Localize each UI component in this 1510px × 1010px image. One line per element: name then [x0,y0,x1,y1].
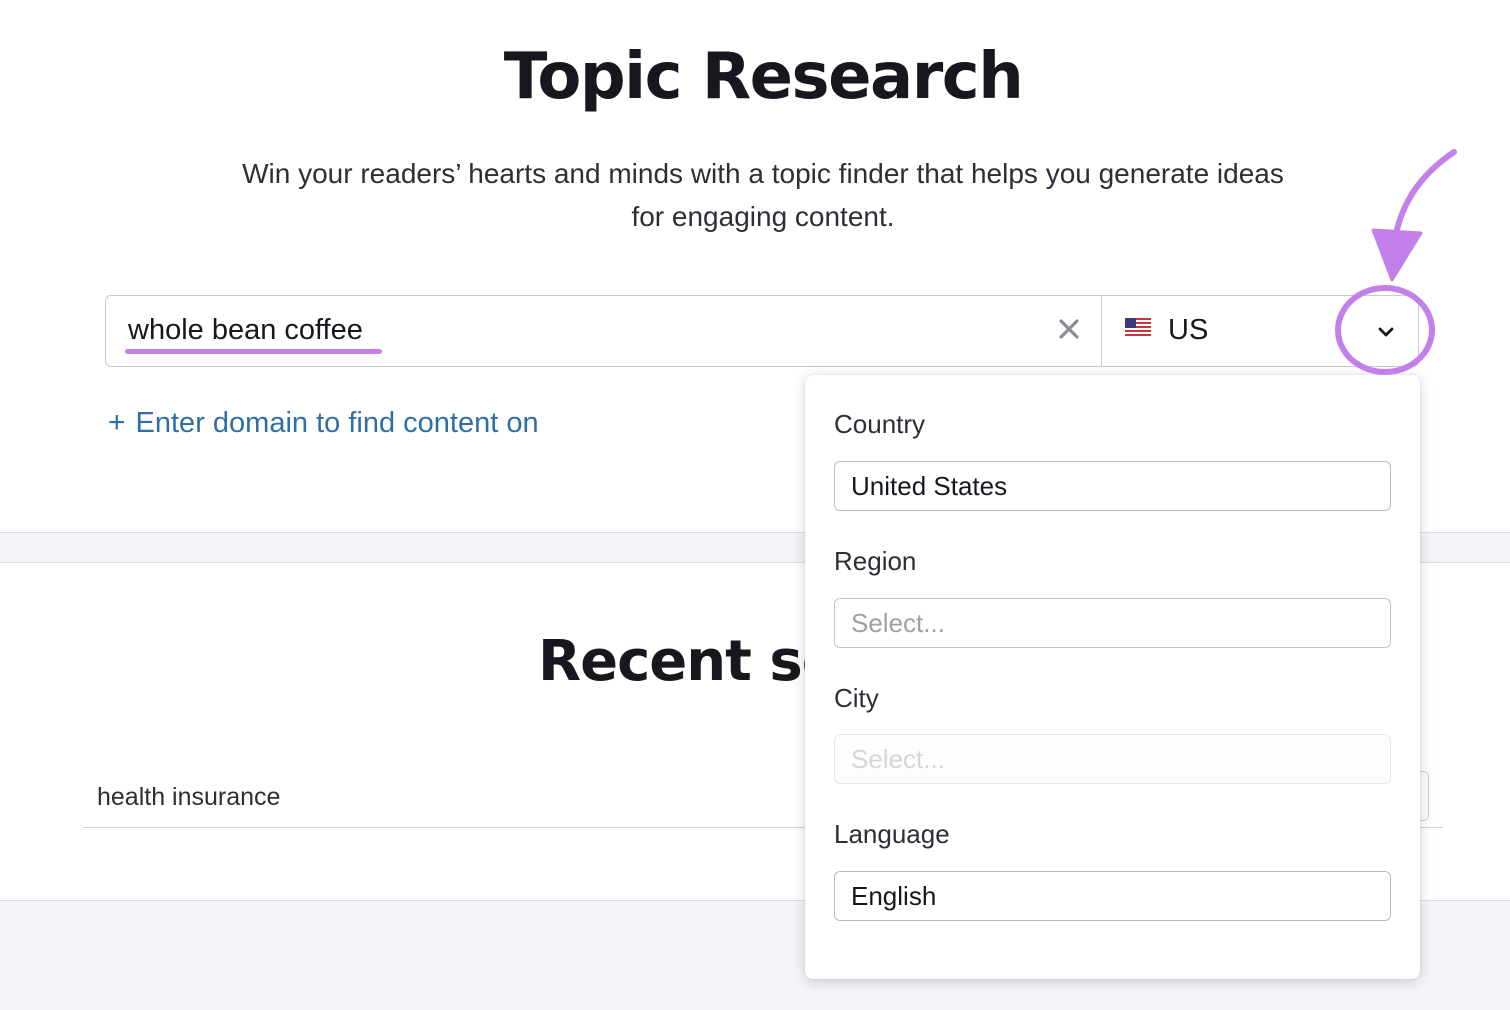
subtitle-line-2: for engaging content. [631,201,895,232]
close-icon[interactable] [1054,314,1084,344]
add-domain-label: Enter domain to find content on [135,407,539,439]
add-domain-link[interactable]: + Enter domain to find content on [108,406,539,440]
city-label: City [834,683,879,713]
language-label: Language [834,819,950,849]
page-title: Topic Research [503,40,1024,114]
language-field[interactable]: English [834,871,1391,921]
country-label: Country [834,409,926,439]
location-dropdown: Country United States Region Select... C… [805,375,1420,979]
country-select[interactable]: US [1101,295,1419,367]
page: Topic Research Win your readers’ hearts … [0,0,1510,1010]
plus-icon: + [108,406,126,439]
region-label: Region [834,546,917,576]
recent-searches-title: Recent se [538,629,840,694]
us-flag-icon [1125,318,1151,336]
country-code: US [1168,314,1209,346]
recent-search-term[interactable]: health insurance [97,783,280,812]
search-input-value[interactable]: whole bean coffee [128,314,363,347]
chevron-down-icon[interactable] [1376,322,1396,342]
city-field[interactable]: Select... [834,734,1391,784]
country-field[interactable]: United States [834,461,1391,511]
page-subtitle: Win your readers’ hearts and minds with … [180,152,1346,238]
region-field[interactable]: Select... [834,598,1391,648]
annotation-underline [125,349,382,354]
subtitle-line-1: Win your readers’ hearts and minds with … [242,158,1284,189]
topic-search-input[interactable]: whole bean coffee [105,295,1102,367]
